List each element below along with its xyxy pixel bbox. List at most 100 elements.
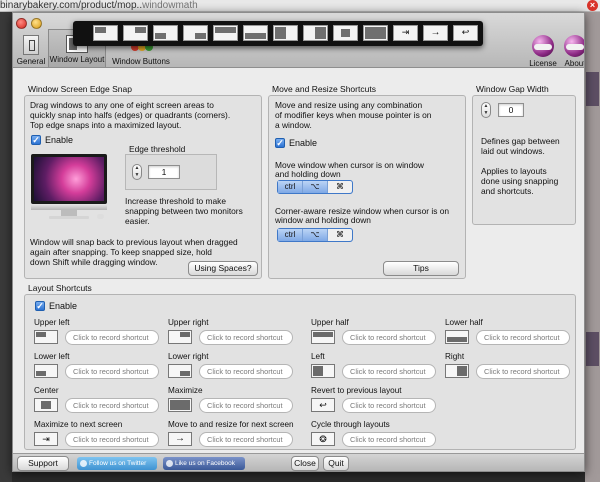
resize-modifier-keys[interactable]: ctrl ⌥ ⌘ xyxy=(277,228,353,242)
snap-tile-move-next[interactable]: → xyxy=(423,25,448,41)
minimize-window-icon[interactable] xyxy=(31,18,42,29)
gap-width-stepper[interactable]: ▲ ▼ xyxy=(481,102,491,118)
edge-snap-enable-checkbox[interactable]: ✓ xyxy=(31,135,41,145)
shortcut-field-cycle[interactable]: Click to record shortcut xyxy=(342,432,436,447)
shortcut-field-revert[interactable]: Click to record shortcut xyxy=(342,398,436,413)
edge-threshold-box: ▲ ▼ 1 xyxy=(125,154,217,190)
shortcut-field-lower-half[interactable]: Click to record shortcut xyxy=(476,330,570,345)
snap-tile-left[interactable] xyxy=(273,25,298,41)
tab-general[interactable]: General xyxy=(15,35,47,66)
snap-tile-revert[interactable]: ↩ xyxy=(453,25,478,41)
quit-button[interactable]: Quit xyxy=(323,456,349,471)
shortcut-field-lower-left[interactable]: Click to record shortcut xyxy=(65,364,159,379)
shortcut-label-lower-left: Lower left xyxy=(34,352,70,361)
edge-snap-desc-3: Top edge snaps into a maximized layout. xyxy=(30,120,182,130)
gap-desc-1: Defines gap between xyxy=(481,136,560,146)
gap-desc-4: done using snapping xyxy=(481,176,559,186)
tab-license[interactable]: License xyxy=(525,35,561,68)
shortcut-field-next-screen[interactable]: Click to record shortcut xyxy=(65,432,159,447)
support-button[interactable]: Support xyxy=(17,456,69,471)
command-key[interactable]: ⌘ xyxy=(328,181,352,193)
shortcut-label-lower-right: Lower right xyxy=(168,352,209,361)
shortcut-label-upper-right: Upper right xyxy=(168,318,209,327)
shortcut-label-center: Center xyxy=(34,386,59,395)
shortcut-field-left[interactable]: Click to record shortcut xyxy=(342,364,436,379)
shortcut-field-upper-left[interactable]: Click to record shortcut xyxy=(65,330,159,345)
shortcut-field-lower-right[interactable]: Click to record shortcut xyxy=(199,364,293,379)
snap-tile-upper-half[interactable] xyxy=(213,25,238,41)
facebook-like-button[interactable]: Like us on Facebook xyxy=(163,457,245,470)
move-resize-desc-2: of modifier keys when mouse pointer is o… xyxy=(275,110,432,120)
restore-note-1: Window will snap back to previous layout… xyxy=(30,237,238,247)
gap-desc-2: laid out windows. xyxy=(481,146,545,156)
tips-button[interactable]: Tips xyxy=(383,261,459,276)
background-thumbnail xyxy=(586,332,599,366)
gap-desc-3: Applies to layouts xyxy=(481,166,547,176)
move-next-screen-icon: → xyxy=(168,432,192,446)
background-window-strip xyxy=(585,12,600,482)
move-resize-group: Move and resize using any combination of… xyxy=(268,95,466,279)
maximize-layout-icon xyxy=(168,398,192,412)
move-window-desc-2: and holding down xyxy=(275,169,341,179)
shortcut-field-maximize[interactable]: Click to record shortcut xyxy=(199,398,293,413)
shortcut-field-upper-right[interactable]: Click to record shortcut xyxy=(199,330,293,345)
layout-shortcuts-group: ✓ Enable Upper left Click to record shor… xyxy=(24,294,576,450)
using-spaces-button[interactable]: Using Spaces? xyxy=(188,261,258,276)
move-modifier-keys[interactable]: ctrl ⌥ ⌘ xyxy=(277,180,353,194)
browser-url[interactable]: binarybakery.com/product/mop..windowmath xyxy=(0,0,198,12)
gap-width-group: ▲ ▼ 0 Defines gap between laid out window… xyxy=(472,95,576,225)
ctrl-key[interactable]: ctrl xyxy=(278,229,303,241)
snap-tile-lower-half[interactable] xyxy=(243,25,268,41)
edge-snap-title: Window Screen Edge Snap xyxy=(28,84,132,94)
browser-close-icon[interactable]: × xyxy=(587,0,598,11)
general-switch-icon xyxy=(23,35,39,55)
license-helmet-icon xyxy=(532,35,554,57)
about-helmet-icon xyxy=(564,35,584,57)
snap-tile-center[interactable] xyxy=(333,25,358,41)
snap-tile-upper-right[interactable] xyxy=(123,25,148,41)
upper-half-layout-icon xyxy=(311,330,335,344)
snap-tile-maximize[interactable] xyxy=(363,25,388,41)
snap-tile-next-screen[interactable]: ⇥ xyxy=(393,25,418,41)
shortcut-label-lower-half: Lower half xyxy=(445,318,483,327)
move-resize-enable-label: Enable xyxy=(289,138,318,148)
shortcut-field-move-next[interactable]: Click to record shortcut xyxy=(199,432,293,447)
move-resize-desc-3: a window. xyxy=(275,120,312,130)
background-thumbnail xyxy=(586,72,599,106)
edge-snap-group: Drag windows to any one of eight screen … xyxy=(24,95,262,279)
snap-tile-upper-left[interactable] xyxy=(93,25,118,41)
edge-threshold-field[interactable]: 1 xyxy=(148,165,180,179)
shortcut-field-center[interactable]: Click to record shortcut xyxy=(65,398,159,413)
move-resize-enable-checkbox[interactable]: ✓ xyxy=(275,138,285,148)
option-key[interactable]: ⌥ xyxy=(303,181,328,193)
gap-width-field[interactable]: 0 xyxy=(498,103,524,117)
layout-shortcuts-enable-label: Enable xyxy=(49,301,78,311)
snap-tile-lower-left[interactable] xyxy=(153,25,178,41)
ctrl-key[interactable]: ctrl xyxy=(278,181,303,193)
shortcut-field-right[interactable]: Click to record shortcut xyxy=(476,364,570,379)
option-key[interactable]: ⌥ xyxy=(303,229,328,241)
shortcut-label-move-next: Move to and resize for next screen xyxy=(168,420,294,429)
shortcut-label-left: Left xyxy=(311,352,325,361)
lower-half-layout-icon xyxy=(445,330,469,344)
background-desktop xyxy=(0,12,12,482)
twitter-bird-icon xyxy=(80,460,87,467)
twitter-follow-button[interactable]: Follow us on Twitter xyxy=(77,457,157,470)
edge-snap-desc-2: quickly snap into halfs (edges) or quadr… xyxy=(30,110,231,120)
shortcut-label-cycle: Cycle through layouts xyxy=(311,420,390,429)
cycle-layouts-icon: ❂ xyxy=(311,432,335,446)
close-button[interactable]: Close xyxy=(291,456,319,471)
snap-tile-right[interactable] xyxy=(303,25,328,41)
command-key[interactable]: ⌘ xyxy=(328,229,352,241)
shortcut-field-upper-half[interactable]: Click to record shortcut xyxy=(342,330,436,345)
close-window-icon[interactable] xyxy=(16,18,27,29)
layout-shortcuts-enable-checkbox[interactable]: ✓ xyxy=(35,301,45,311)
snap-tile-lower-right[interactable] xyxy=(183,25,208,41)
tab-about[interactable]: About xyxy=(562,35,584,68)
edge-threshold-stepper[interactable]: ▲ ▼ xyxy=(132,164,142,180)
preferences-window: General Window Layout Window Buttons Lic… xyxy=(12,12,585,472)
edge-threshold-label: Edge threshold xyxy=(129,144,186,154)
snap-layout-strip: ⇥ → ↩ xyxy=(73,21,483,46)
threshold-hint-3: easier. xyxy=(125,216,150,226)
facebook-icon xyxy=(166,460,173,467)
